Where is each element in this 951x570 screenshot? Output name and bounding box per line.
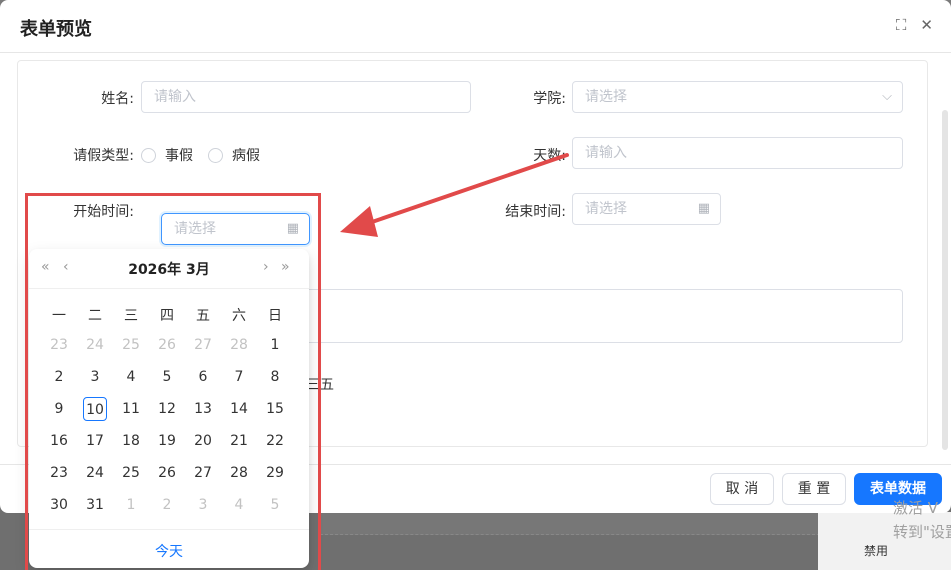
- radio-circle: [208, 147, 223, 163]
- calendar-day[interactable]: 16: [47, 429, 71, 453]
- calendar-day[interactable]: 4: [227, 493, 251, 517]
- days-label: 天数:: [533, 148, 566, 164]
- calendar-day[interactable]: 21: [227, 429, 251, 453]
- start-time-picker[interactable]: 请选择 ▦: [161, 213, 310, 245]
- calendar-day[interactable]: 17: [83, 429, 107, 453]
- calendar-day[interactable]: 24: [83, 461, 107, 485]
- weekday-header: 四: [160, 308, 174, 324]
- days-input[interactable]: 请输入: [572, 137, 903, 169]
- calendar-day[interactable]: 5: [155, 365, 179, 389]
- calendar-day[interactable]: 23: [47, 461, 71, 485]
- reset-button[interactable]: 重 置: [782, 473, 846, 505]
- weekday-header: 三: [124, 308, 138, 324]
- name-placeholder: 请输入: [154, 89, 196, 105]
- calendar-day-today[interactable]: 10: [83, 397, 107, 421]
- today-button[interactable]: 今天: [29, 541, 309, 561]
- end-time-placeholder: 请选择: [585, 201, 627, 217]
- calendar-day[interactable]: 8: [263, 365, 287, 389]
- cancel-button[interactable]: 取 消: [710, 473, 774, 505]
- weekday-header: 五: [196, 308, 210, 324]
- dialog-title: 表单预览: [20, 19, 92, 40]
- calendar-day[interactable]: 4: [119, 365, 143, 389]
- calendar-day[interactable]: 27: [191, 333, 215, 357]
- header-divider: [0, 52, 951, 53]
- calendar-day[interactable]: 18: [119, 429, 143, 453]
- college-select[interactable]: 请选择 ⌵: [572, 81, 903, 113]
- partial-text: 三五: [306, 377, 334, 393]
- radio-sick-leave[interactable]: 病假: [208, 145, 260, 165]
- weekday-header: 日: [268, 308, 282, 324]
- end-time-picker[interactable]: 请选择 ▦: [572, 193, 721, 225]
- calendar-day[interactable]: 28: [227, 333, 251, 357]
- calendar-day[interactable]: 30: [47, 493, 71, 517]
- start-time-placeholder: 请选择: [174, 221, 216, 237]
- calendar-day[interactable]: 25: [119, 461, 143, 485]
- radio-label: 病假: [232, 148, 260, 164]
- days-placeholder: 请输入: [585, 145, 627, 161]
- calendar-day[interactable]: 26: [155, 461, 179, 485]
- name-label: 姓名:: [101, 91, 134, 107]
- radio-personal-leave[interactable]: 事假: [141, 145, 193, 165]
- disable-label: 禁用: [864, 544, 889, 558]
- leave-type-label: 请假类型:: [73, 148, 134, 164]
- expand-icon[interactable]: ⛶: [896, 16, 907, 34]
- radio-label: 事假: [165, 148, 193, 164]
- calendar-day[interactable]: 27: [191, 461, 215, 485]
- calendar-day[interactable]: 13: [191, 397, 215, 421]
- calendar-day[interactable]: 22: [263, 429, 287, 453]
- date-picker-dropdown: « ‹ 2026年 3月 › » 一二三四五六日 23 24 25 26 27 28 1 2 3…: [29, 249, 309, 568]
- weekday-header: 一: [52, 308, 66, 324]
- next-month-icon[interactable]: ›: [263, 259, 269, 275]
- calendar-day[interactable]: 1: [119, 493, 143, 517]
- radio-circle: [141, 147, 156, 163]
- calendar-day[interactable]: 31: [83, 493, 107, 517]
- calendar-day[interactable]: 1: [263, 333, 287, 357]
- calendar-day[interactable]: 20: [191, 429, 215, 453]
- calendar-icon: ▦: [286, 221, 299, 236]
- end-time-label: 结束时间:: [505, 204, 566, 220]
- next-year-icon[interactable]: »: [281, 259, 290, 275]
- weekday-header: 二: [88, 308, 102, 324]
- calendar-day[interactable]: 25: [119, 333, 143, 357]
- scrollbar[interactable]: [942, 110, 948, 450]
- calendar-day[interactable]: 7: [227, 365, 251, 389]
- calendar-day[interactable]: 6: [191, 365, 215, 389]
- calendar-day[interactable]: 23: [47, 333, 71, 357]
- calendar-day[interactable]: 9: [47, 397, 71, 421]
- calendar-day[interactable]: 14: [227, 397, 251, 421]
- calendar-day[interactable]: 15: [263, 397, 287, 421]
- calendar-header: « ‹ 2026年 3月 › »: [29, 249, 309, 289]
- calendar-day[interactable]: 5: [263, 493, 287, 517]
- calendar-icon: ▦: [697, 201, 710, 216]
- college-label: 学院:: [533, 91, 566, 107]
- weekday-header: 六: [232, 308, 246, 324]
- start-time-label: 开始时间:: [73, 204, 134, 220]
- remark-textarea[interactable]: [288, 289, 903, 343]
- calendar-day[interactable]: 19: [155, 429, 179, 453]
- calendar-day[interactable]: 29: [263, 461, 287, 485]
- calendar-day[interactable]: 2: [47, 365, 71, 389]
- calendar-day[interactable]: 11: [119, 397, 143, 421]
- calendar-day[interactable]: 3: [191, 493, 215, 517]
- calendar-day[interactable]: 3: [83, 365, 107, 389]
- activation-watermark: 激活 V 转到"设置: [893, 499, 951, 541]
- chevron-down-icon: ⌵: [882, 89, 892, 104]
- calendar-footer-divider: [29, 529, 309, 530]
- name-input[interactable]: 请输入: [141, 81, 471, 113]
- college-placeholder: 请选择: [585, 89, 627, 105]
- close-icon[interactable]: ✕: [920, 16, 933, 34]
- calendar-day[interactable]: 28: [227, 461, 251, 485]
- calendar-day[interactable]: 2: [155, 493, 179, 517]
- calendar-day[interactable]: 24: [83, 333, 107, 357]
- calendar-day[interactable]: 12: [155, 397, 179, 421]
- dialog-header-actions: ⛶ ✕: [896, 16, 933, 34]
- calendar-day[interactable]: 26: [155, 333, 179, 357]
